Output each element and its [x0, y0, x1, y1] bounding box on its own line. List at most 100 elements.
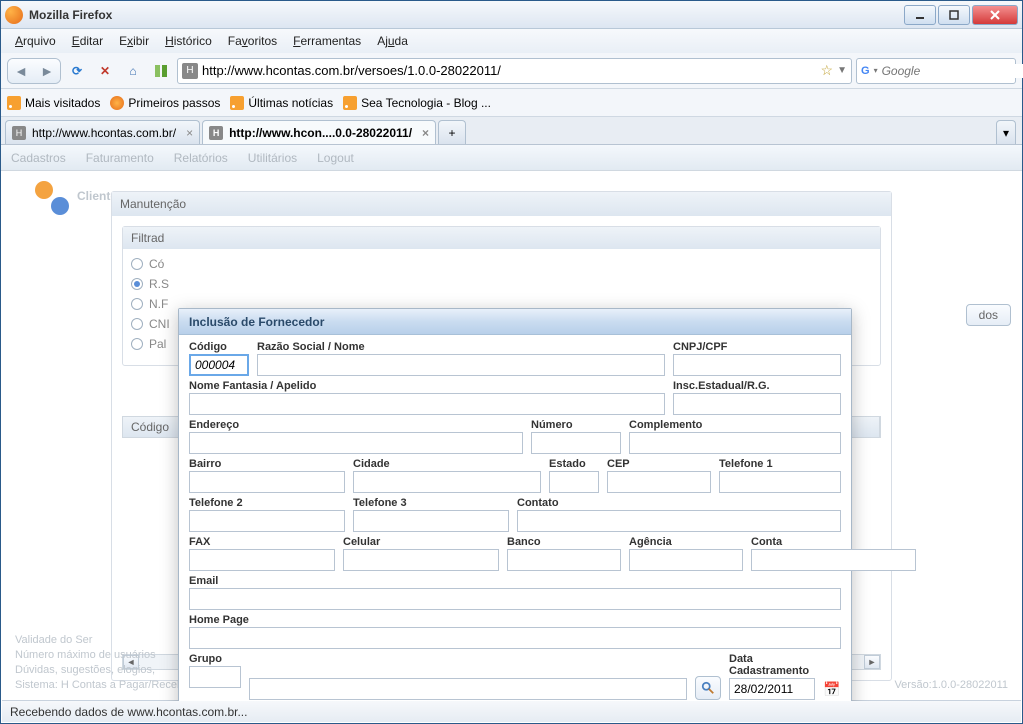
input-numero[interactable] — [531, 432, 621, 454]
site-identity-icon[interactable]: H — [182, 63, 198, 79]
menubar: Arquivo Editar Exibir Histórico Favorito… — [1, 29, 1022, 53]
tab-0[interactable]: Hhttp://www.hcontas.com.br/× — [5, 120, 200, 144]
firefox-icon — [5, 6, 23, 24]
nav-utilitarios[interactable]: Utilitários — [248, 151, 297, 165]
input-cnpj[interactable] — [673, 354, 841, 376]
lookup-button[interactable] — [695, 676, 721, 700]
label-cep: CEP — [607, 458, 711, 470]
status-bar: Recebendo dados de www.hcontas.com.br... — [2, 700, 1021, 722]
url-input[interactable] — [202, 63, 817, 78]
label-fax: FAX — [189, 536, 335, 548]
minimize-button[interactable] — [904, 5, 936, 25]
input-homepage[interactable] — [189, 627, 841, 649]
label-tel2: Telefone 2 — [189, 497, 345, 509]
menu-arquivo[interactable]: Arquivo — [7, 31, 64, 51]
input-banco[interactable] — [507, 549, 621, 571]
tab-list-button[interactable]: ▾ — [996, 120, 1016, 144]
google-icon: G — [861, 63, 870, 79]
back-button[interactable]: ◄ — [8, 59, 34, 83]
menu-exibir[interactable]: Exibir — [111, 31, 157, 51]
bookmark-primeiros-passos[interactable]: Primeiros passos — [110, 96, 220, 110]
bookmark-sea-tecnologia[interactable]: Sea Tecnologia - Blog ... — [343, 96, 491, 110]
nav-relatorios[interactable]: Relatórios — [174, 151, 228, 165]
new-tab-button[interactable]: + — [438, 120, 466, 144]
input-data-cad[interactable] — [729, 678, 815, 700]
bg-button-dos[interactable]: dos — [966, 304, 1011, 326]
input-grupo-name[interactable] — [249, 678, 687, 700]
radio-pal[interactable] — [131, 338, 143, 350]
extension-icon[interactable] — [149, 59, 173, 83]
bookmark-bar: Mais visitados Primeiros passos Últimas … — [1, 89, 1022, 117]
nav-cadastros[interactable]: Cadastros — [11, 151, 66, 165]
radio-nf[interactable] — [131, 298, 143, 310]
label-bairro: Bairro — [189, 458, 345, 470]
bookmark-star-icon[interactable]: ☆ — [821, 62, 834, 79]
radio-rs[interactable] — [131, 278, 143, 290]
forward-button[interactable]: ► — [34, 59, 60, 83]
app-navbar: Cadastros Faturamento Relatórios Utilitá… — [1, 145, 1022, 171]
input-razao[interactable] — [257, 354, 665, 376]
label-agencia: Agência — [629, 536, 743, 548]
firefox-icon — [110, 96, 124, 110]
menu-editar[interactable]: Editar — [64, 31, 111, 51]
menu-ferramentas[interactable]: Ferramentas — [285, 31, 369, 51]
input-conta[interactable] — [751, 549, 916, 571]
label-numero: Número — [531, 419, 621, 431]
input-fantasia[interactable] — [189, 393, 665, 415]
input-tel3[interactable] — [353, 510, 509, 532]
status-text: Recebendo dados de www.hcontas.com.br... — [10, 705, 247, 719]
radio-codigo[interactable] — [131, 258, 143, 270]
url-bar[interactable]: H ☆ ▼ — [177, 58, 852, 84]
menu-favoritos[interactable]: Favoritos — [220, 31, 285, 51]
input-tel1[interactable] — [719, 471, 841, 493]
input-cidade[interactable] — [353, 471, 541, 493]
input-endereco[interactable] — [189, 432, 523, 454]
tab-close-icon[interactable]: × — [186, 126, 193, 140]
label-contato: Contato — [517, 497, 841, 509]
maximize-button[interactable] — [938, 5, 970, 25]
input-celular[interactable] — [343, 549, 499, 571]
search-box[interactable]: G ▾ — [856, 58, 1016, 84]
url-dropdown-icon[interactable]: ▼ — [837, 65, 847, 76]
input-grupo-code[interactable] — [189, 666, 241, 688]
input-estado[interactable] — [549, 471, 599, 493]
tab-1[interactable]: Hhttp://www.hcon....0.0-28022011/× — [202, 120, 436, 144]
close-button[interactable] — [972, 5, 1018, 25]
rss-icon — [343, 96, 357, 110]
input-tel2[interactable] — [189, 510, 345, 532]
menu-historico[interactable]: Histórico — [157, 31, 220, 51]
input-bairro[interactable] — [189, 471, 345, 493]
label-insc: Insc.Estadual/R.G. — [673, 380, 841, 392]
search-input[interactable] — [882, 64, 1023, 78]
input-email[interactable] — [189, 588, 841, 610]
tab-close-icon[interactable]: × — [422, 126, 429, 140]
bookmark-ultimas-noticias[interactable]: Últimas notícias — [230, 96, 333, 110]
input-cep[interactable] — [607, 471, 711, 493]
nav-faturamento[interactable]: Faturamento — [86, 151, 154, 165]
input-agencia[interactable] — [629, 549, 743, 571]
input-codigo[interactable] — [189, 354, 249, 376]
input-complemento[interactable] — [629, 432, 841, 454]
label-fantasia: Nome Fantasia / Apelido — [189, 380, 665, 392]
menu-ajuda[interactable]: Ajuda — [369, 31, 416, 51]
tab-strip: Hhttp://www.hcontas.com.br/× Hhttp://www… — [1, 117, 1022, 145]
stop-button[interactable]: ✕ — [93, 59, 117, 83]
input-contato[interactable] — [517, 510, 841, 532]
label-homepage: Home Page — [189, 614, 841, 626]
bookmark-mais-visitados[interactable]: Mais visitados — [7, 96, 100, 110]
supplier-dialog: Inclusão de Fornecedor Código Razão Soci… — [178, 308, 852, 701]
window-title: Mozilla Firefox — [29, 8, 904, 22]
rss-icon — [7, 96, 21, 110]
version-text: Versão:1.0.0-28022011 — [894, 678, 1008, 693]
input-insc[interactable] — [673, 393, 841, 415]
input-fax[interactable] — [189, 549, 335, 571]
bg-filter-title: Filtrad — [123, 227, 880, 249]
calendar-icon[interactable]: 📅 — [823, 678, 841, 700]
label-email: Email — [189, 575, 841, 587]
radio-cni[interactable] — [131, 318, 143, 330]
label-banco: Banco — [507, 536, 621, 548]
home-button[interactable]: ⌂ — [121, 59, 145, 83]
nav-logout[interactable]: Logout — [317, 151, 354, 165]
search-engine-dropdown[interactable]: ▾ — [874, 66, 878, 75]
reload-button[interactable]: ⟳ — [65, 59, 89, 83]
